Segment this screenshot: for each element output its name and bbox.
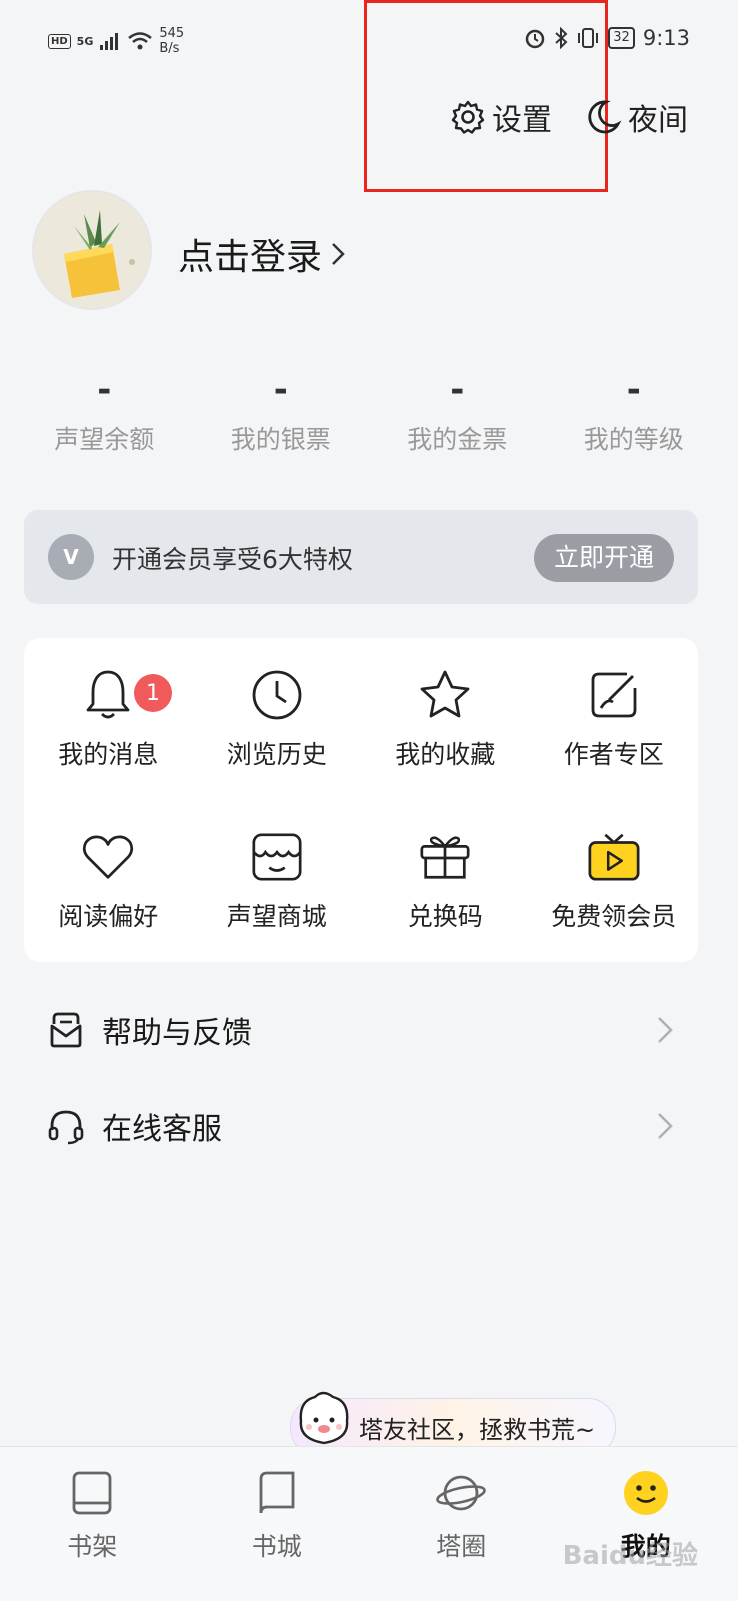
stat-value: - <box>193 370 370 414</box>
status-bar-left: HD 5G 545 B/s <box>48 26 184 56</box>
grid-item-favorites[interactable]: 我的收藏 <box>361 638 530 800</box>
stat-label: 我的等级 <box>546 420 723 456</box>
community-promo-text: 塔友社区，拯救书荒~ <box>359 1410 595 1445</box>
stat-label: 我的银票 <box>193 420 370 456</box>
grid-item-history[interactable]: 浏览历史 <box>193 638 362 800</box>
grid-item-free-vip[interactable]: 免费领会员 <box>530 800 699 962</box>
vip-banner[interactable]: V 开通会员享受6大特权 立即开通 <box>24 510 698 604</box>
clock-icon <box>249 667 305 723</box>
night-mode-button[interactable]: 夜间 <box>584 95 688 139</box>
help-feedback-label: 帮助与反馈 <box>102 1008 656 1052</box>
chevron-right-icon <box>330 241 346 267</box>
tab-label: 书城 <box>252 1527 302 1563</box>
smiley-icon <box>620 1467 672 1519</box>
bell-icon <box>80 667 136 723</box>
vip-promo-text: 开通会员享受6大特权 <box>112 540 353 576</box>
bottom-tab-bar: 书架 书城 塔圈 我的 <box>0 1446 738 1601</box>
grid-item-label: 我的收藏 <box>395 735 495 771</box>
gear-icon <box>450 99 486 135</box>
chevron-right-icon <box>656 1015 674 1045</box>
settings-button[interactable]: 设置 <box>450 95 552 139</box>
stat-gold-tickets[interactable]: - 我的金票 <box>369 370 546 456</box>
book-icon <box>251 1467 303 1519</box>
watermark: Baidu经验 <box>563 1535 698 1572</box>
network-speed: 545 B/s <box>159 26 184 56</box>
edit-icon <box>586 667 642 723</box>
grid-item-label: 兑换码 <box>408 897 483 933</box>
settings-label: 设置 <box>492 95 552 139</box>
grid-item-messages[interactable]: 1 我的消息 <box>24 638 193 800</box>
mascot-icon <box>293 1387 355 1453</box>
wifi-icon <box>127 31 153 51</box>
moon-icon <box>584 98 622 136</box>
tv-play-icon <box>586 829 642 885</box>
vip-crown-icon: V <box>48 534 94 580</box>
chevron-right-icon <box>656 1111 674 1141</box>
login-label: 点击登录 <box>178 228 322 280</box>
customer-service-label: 在线客服 <box>102 1104 656 1148</box>
speed-value: 545 <box>159 26 184 41</box>
tab-label: 书架 <box>67 1527 117 1563</box>
tab-community[interactable]: 塔圈 <box>369 1447 554 1601</box>
activate-vip-button[interactable]: 立即开通 <box>534 534 674 582</box>
customer-service-row[interactable]: 在线客服 <box>24 1086 698 1166</box>
stat-value: - <box>16 370 193 414</box>
grid-item-label: 声望商城 <box>227 897 327 933</box>
stat-silver-tickets[interactable]: - 我的银票 <box>193 370 370 456</box>
clock: 9:13 <box>643 26 690 50</box>
feature-grid-card: 1 我的消息 浏览历史 我的收藏 作者专区 阅读偏好 <box>24 638 698 962</box>
grid-item-label: 我的消息 <box>58 735 158 771</box>
help-feedback-row[interactable]: 帮助与反馈 <box>24 990 698 1070</box>
avatar-illustration-icon <box>34 192 152 310</box>
grid-item-label: 作者专区 <box>564 735 664 771</box>
headset-icon <box>44 1104 88 1148</box>
grid-item-label: 阅读偏好 <box>58 897 158 933</box>
grid-item-preferences[interactable]: 阅读偏好 <box>24 800 193 962</box>
hd-indicator: HD <box>48 34 71 49</box>
stat-value: - <box>369 370 546 414</box>
night-label: 夜间 <box>628 95 688 139</box>
stat-value: - <box>546 370 723 414</box>
login-link[interactable]: 点击登录 <box>178 228 346 280</box>
stats-row: - 声望余额 - 我的银票 - 我的金票 - 我的等级 <box>16 370 722 456</box>
grid-item-label: 免费领会员 <box>551 897 676 933</box>
heart-icon <box>80 829 136 885</box>
tab-bookshelf[interactable]: 书架 <box>0 1447 185 1601</box>
tab-bookstore[interactable]: 书城 <box>185 1447 370 1601</box>
grid-item-redeem-code[interactable]: 兑换码 <box>361 800 530 962</box>
star-icon <box>417 667 473 723</box>
unread-badge: 1 <box>134 674 172 712</box>
stat-label: 我的金票 <box>369 420 546 456</box>
gift-icon <box>417 829 473 885</box>
vip-icon-letter: V <box>63 545 78 569</box>
stat-reputation-balance[interactable]: - 声望余额 <box>16 370 193 456</box>
avatar[interactable] <box>32 190 152 310</box>
feedback-icon <box>44 1008 88 1052</box>
network-indicator: 5G <box>77 35 94 48</box>
stat-label: 声望余额 <box>16 420 193 456</box>
stat-my-level[interactable]: - 我的等级 <box>546 370 723 456</box>
battery-indicator: 32 <box>608 27 635 49</box>
tab-mine[interactable]: 我的 <box>554 1447 738 1601</box>
store-icon <box>249 829 305 885</box>
tab-label: 塔圈 <box>436 1527 486 1563</box>
grid-item-author-zone[interactable]: 作者专区 <box>530 638 699 800</box>
grid-item-store[interactable]: 声望商城 <box>193 800 362 962</box>
grid-item-label: 浏览历史 <box>227 735 327 771</box>
signal-icon <box>99 32 121 50</box>
speed-unit: B/s <box>159 41 184 56</box>
bookshelf-icon <box>66 1467 118 1519</box>
planet-icon <box>435 1467 487 1519</box>
